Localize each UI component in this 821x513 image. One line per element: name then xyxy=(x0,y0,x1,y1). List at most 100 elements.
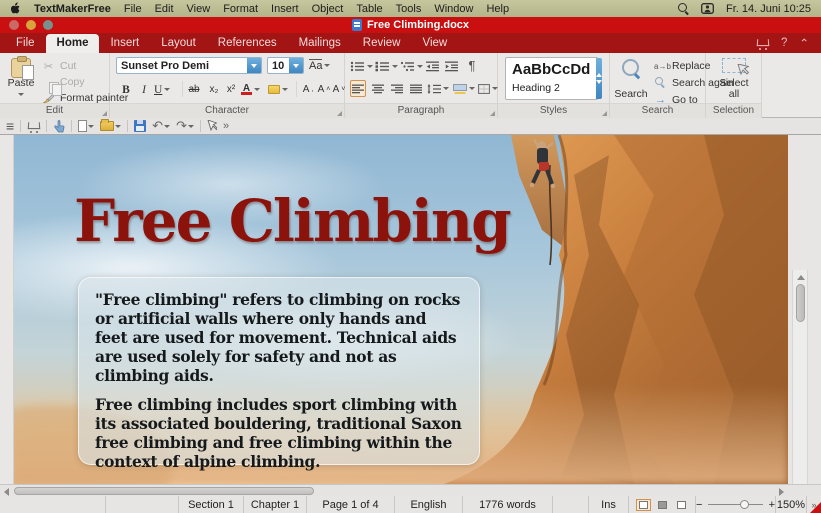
menu-edit[interactable]: Edit xyxy=(155,3,174,15)
save-button[interactable] xyxy=(134,120,146,132)
align-left-button[interactable] xyxy=(350,80,366,97)
scroll-left-icon[interactable] xyxy=(4,488,9,496)
window-resize-grip[interactable] xyxy=(810,502,821,513)
tab-view[interactable]: View xyxy=(412,34,459,53)
menu-help[interactable]: Help xyxy=(486,3,509,15)
status-language[interactable]: English xyxy=(394,496,462,513)
menu-view[interactable]: View xyxy=(187,3,211,15)
document-page[interactable]: Free Climbing "Free climbing" refers to … xyxy=(14,135,788,484)
font-size-combobox[interactable]: 10 xyxy=(267,57,304,74)
style-gallery-scroller[interactable] xyxy=(596,58,602,99)
borders-button[interactable] xyxy=(478,80,498,97)
justify-button[interactable] xyxy=(408,80,424,97)
menu-insert[interactable]: Insert xyxy=(271,3,299,15)
tab-references[interactable]: References xyxy=(207,34,288,53)
toolbar-overflow-icon[interactable]: » xyxy=(223,120,229,132)
menu-tools[interactable]: Tools xyxy=(396,3,422,15)
tab-review[interactable]: Review xyxy=(352,34,412,53)
align-center-button[interactable] xyxy=(370,80,386,97)
bold-button[interactable]: B xyxy=(118,81,134,98)
status-chapter[interactable]: Chapter 1 xyxy=(243,496,306,513)
master-pages-view-button[interactable] xyxy=(655,499,670,511)
open-document-button[interactable] xyxy=(100,121,121,131)
menu-window[interactable]: Window xyxy=(434,3,473,15)
select-all-button[interactable]: Selectall xyxy=(716,56,752,102)
horizontal-scrollbar[interactable] xyxy=(0,484,821,496)
menu-format[interactable]: Format xyxy=(223,3,258,15)
italic-button[interactable]: I xyxy=(136,81,152,98)
edit-dialog-launcher[interactable] xyxy=(102,111,107,116)
increase-indent-button[interactable] xyxy=(444,58,460,75)
style-gallery[interactable]: AaBbCcDd Heading 2 xyxy=(505,57,598,100)
vertical-scrollbar[interactable] xyxy=(792,270,808,513)
search-button[interactable]: Search xyxy=(612,56,650,102)
horizontal-scroll-thumb[interactable] xyxy=(14,487,314,495)
grow-font-button[interactable]: A˄ xyxy=(316,81,332,98)
scroll-up-icon[interactable] xyxy=(797,275,805,280)
document-textbox[interactable]: "Free climbing" refers to climbing on ro… xyxy=(78,277,480,465)
menu-file[interactable]: File xyxy=(124,3,142,15)
search-icon xyxy=(621,58,641,78)
character-dialog-launcher[interactable] xyxy=(337,111,342,116)
numbered-list-button[interactable] xyxy=(375,58,398,75)
styles-dialog-launcher[interactable] xyxy=(602,111,607,116)
tab-file[interactable]: File xyxy=(5,34,46,53)
bullet-list-button[interactable] xyxy=(350,58,373,75)
paste-button[interactable]: Paste xyxy=(4,56,38,102)
menu-table[interactable]: Table xyxy=(356,3,382,15)
apple-menu-icon[interactable] xyxy=(10,2,21,15)
collapse-ribbon-icon[interactable]: ⌃ xyxy=(799,36,809,50)
sidebar-toggle-icon[interactable]: ≡ xyxy=(6,118,14,134)
strikethrough-button[interactable]: ab xyxy=(186,81,202,98)
object-mode-button[interactable] xyxy=(207,120,217,132)
status-section[interactable]: Section 1 xyxy=(178,496,243,513)
shop-cart-icon[interactable] xyxy=(756,38,769,49)
font-color-button[interactable]: A xyxy=(241,81,260,98)
menu-app-name[interactable]: TextMakerFree xyxy=(34,3,111,15)
subscript-button[interactable]: x₂ xyxy=(206,81,222,98)
shading-button[interactable] xyxy=(453,80,475,97)
letter-spacing-button[interactable]: A, xyxy=(300,81,316,98)
pilcrow-button[interactable]: ¶ xyxy=(464,57,480,74)
zoom-level[interactable]: 150% xyxy=(775,496,806,513)
shop-icon[interactable] xyxy=(27,121,40,132)
zoom-slider-thumb[interactable] xyxy=(740,500,749,509)
font-size-dropdown-icon[interactable] xyxy=(289,58,303,73)
scroll-right-icon[interactable] xyxy=(779,488,784,496)
align-right-button[interactable] xyxy=(389,80,405,97)
undo-button[interactable]: ↶ xyxy=(152,118,170,134)
zoom-out-icon[interactable]: − xyxy=(696,499,702,511)
status-word-count[interactable]: 1776 words xyxy=(462,496,552,513)
font-name-combobox[interactable]: Sunset Pro Demi xyxy=(116,57,262,74)
underline-button[interactable]: U xyxy=(154,81,170,98)
highlight-color-button[interactable] xyxy=(268,81,288,98)
fullscreen-view-button[interactable] xyxy=(674,499,689,511)
superscript-button[interactable]: x² xyxy=(223,81,239,98)
tab-layout[interactable]: Layout xyxy=(150,34,207,53)
decrease-indent-button[interactable] xyxy=(425,58,441,75)
menu-object[interactable]: Object xyxy=(312,3,344,15)
paragraph-1[interactable]: "Free climbing" refers to climbing on ro… xyxy=(95,290,463,385)
line-spacing-button[interactable] xyxy=(427,80,449,97)
tab-insert[interactable]: Insert xyxy=(99,34,150,53)
help-icon[interactable]: ? xyxy=(781,37,787,49)
status-page[interactable]: Page 1 of 4 xyxy=(306,496,394,513)
touch-mode-icon[interactable] xyxy=(53,120,65,133)
font-name-dropdown-icon[interactable] xyxy=(247,58,261,73)
zoom-slider[interactable] xyxy=(708,504,762,505)
paragraph-dialog-launcher[interactable] xyxy=(490,111,495,116)
normal-view-button[interactable] xyxy=(636,499,651,511)
status-insert-mode[interactable]: Ins xyxy=(588,496,628,513)
paragraph-2[interactable]: Free climbing includes sport climbing wi… xyxy=(95,395,463,471)
new-document-button[interactable] xyxy=(78,120,94,132)
tab-mailings[interactable]: Mailings xyxy=(288,34,352,53)
tab-home[interactable]: Home xyxy=(46,34,100,53)
document-title[interactable]: Free Climbing xyxy=(74,187,510,255)
user-switch-icon[interactable] xyxy=(701,3,714,14)
redo-button[interactable]: ↷ xyxy=(176,118,194,134)
spotlight-search-icon[interactable] xyxy=(678,3,689,14)
menubar-clock[interactable]: Fr. 14. Juni 10:25 xyxy=(726,3,811,15)
vertical-scroll-thumb[interactable] xyxy=(796,284,805,322)
multilevel-list-button[interactable] xyxy=(400,58,423,75)
change-case-button[interactable]: Aa xyxy=(309,57,330,74)
